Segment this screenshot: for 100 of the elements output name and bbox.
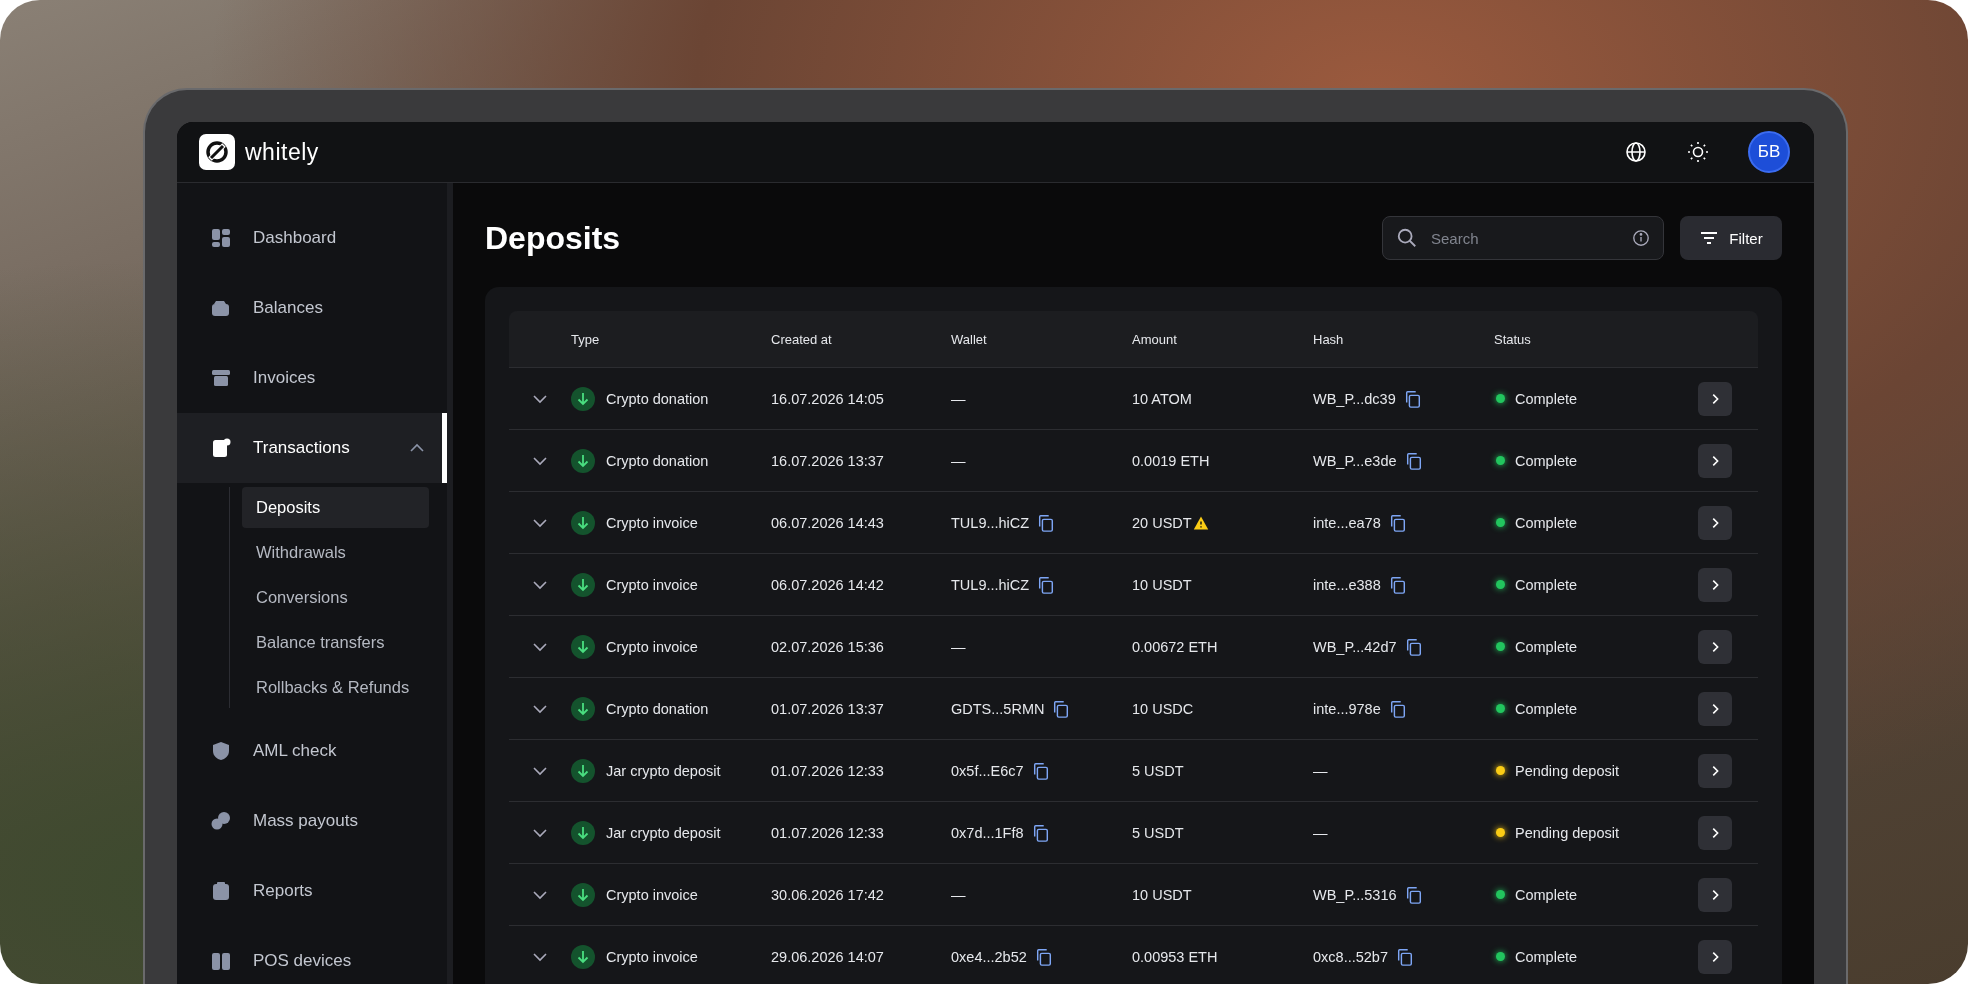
- copy-icon[interactable]: [1388, 512, 1407, 533]
- sidebar-item[interactable]: POS devices: [177, 926, 447, 984]
- table-cell: inte...e388: [1313, 576, 1381, 593]
- table-cell: 5 USDT: [1132, 824, 1184, 841]
- arrow-down-icon: [571, 634, 595, 659]
- table-cell: 10 USDT: [1132, 576, 1192, 593]
- copy-icon[interactable]: [1404, 636, 1423, 657]
- arrow-down-icon: [571, 386, 595, 411]
- info-icon[interactable]: [1632, 229, 1650, 247]
- submenu-item[interactable]: Rollbacks & Refunds: [242, 667, 429, 708]
- table-cell: —: [1313, 762, 1328, 779]
- submenu-item[interactable]: Conversions: [242, 577, 429, 618]
- open-details-button[interactable]: [1698, 815, 1732, 850]
- status-text: Complete: [1515, 514, 1578, 531]
- column-header: Status: [1494, 331, 1532, 347]
- table-cell: 10 ATOM: [1132, 390, 1192, 407]
- copy-icon[interactable]: [1052, 698, 1071, 719]
- status-text: Complete: [1515, 390, 1578, 407]
- table-cell: Crypto donation: [606, 452, 709, 469]
- copy-icon[interactable]: [1037, 512, 1056, 533]
- sidebar-item[interactable]: AML check: [177, 716, 447, 786]
- table-cell: Crypto donation: [606, 700, 709, 717]
- menu-item-icon: [211, 741, 231, 761]
- menu-item-icon: [211, 811, 231, 831]
- arrow-down-icon: [571, 758, 595, 783]
- search-field[interactable]: Search: [1382, 216, 1664, 260]
- arrow-down-icon: [571, 882, 595, 907]
- table-cell: WB_P...42d7: [1313, 638, 1397, 655]
- table-cell: WB_P...dc39: [1313, 390, 1396, 407]
- table-cell-text: 16.07.2026 13:37: [771, 452, 885, 469]
- globe-icon[interactable]: [1624, 140, 1648, 164]
- arrow-down-icon: [571, 696, 595, 721]
- brand-name: whitely: [245, 138, 319, 166]
- table-cell-text: 06.07.2026 14:43: [771, 514, 885, 531]
- sidebar-item[interactable]: Dashboard: [177, 203, 447, 273]
- sidebar-item[interactable]: Invoices: [177, 343, 447, 413]
- table-cell: Crypto invoice: [606, 576, 698, 593]
- arrow-down-icon: [571, 448, 595, 473]
- sun-icon[interactable]: [1686, 140, 1710, 164]
- table-cell: inte...ea78: [1313, 514, 1381, 531]
- page-title: Deposits: [485, 219, 621, 257]
- arrow-down-icon: [571, 510, 595, 535]
- open-details-button[interactable]: [1698, 567, 1732, 602]
- open-details-button[interactable]: [1698, 443, 1732, 478]
- open-details-button[interactable]: [1698, 505, 1732, 540]
- copy-icon[interactable]: [1388, 698, 1407, 719]
- table-cell: 0.0019 ETH: [1132, 452, 1210, 469]
- menu-item-icon: [211, 438, 231, 458]
- table-cell: Jar crypto deposit: [606, 824, 721, 841]
- status-text: Pending deposit: [1515, 824, 1619, 841]
- sidebar-item[interactable]: Balances: [177, 273, 447, 343]
- open-details-button[interactable]: [1698, 753, 1732, 788]
- copy-icon[interactable]: [1404, 884, 1423, 905]
- arrow-down-icon: [571, 820, 595, 845]
- search-icon: [1396, 227, 1418, 249]
- table-cell: inte...978e: [1313, 700, 1381, 717]
- table-cell-text: 29.06.2026 14:07: [771, 948, 885, 965]
- user-avatar[interactable]: БВ: [1748, 131, 1790, 173]
- table-cell: GDTS...5RMN: [951, 700, 1045, 717]
- open-details-button[interactable]: [1698, 629, 1732, 664]
- table-cell: Crypto invoice: [606, 948, 698, 965]
- open-details-button[interactable]: [1698, 877, 1732, 912]
- copy-icon[interactable]: [1031, 822, 1050, 843]
- submenu-item[interactable]: Deposits: [242, 487, 429, 528]
- table-cell: 0x5f...E6c7: [951, 762, 1024, 779]
- table-cell: —: [1313, 824, 1328, 841]
- table-cell: 0.00953 ETH: [1132, 948, 1218, 965]
- submenu-item[interactable]: Balance transfers: [242, 622, 429, 663]
- sidebar-item[interactable]: Transactions: [177, 413, 447, 483]
- table-cell: WB_P...e3de: [1313, 452, 1397, 469]
- copy-icon[interactable]: [1403, 388, 1422, 409]
- status-text: Complete: [1515, 886, 1578, 903]
- open-details-button[interactable]: [1698, 939, 1732, 974]
- filter-button[interactable]: Filter: [1680, 216, 1782, 260]
- table-cell-text: 02.07.2026 15:36: [771, 638, 885, 655]
- copy-icon[interactable]: [1396, 946, 1414, 967]
- copy-icon[interactable]: [1037, 574, 1056, 595]
- copy-icon[interactable]: [1034, 946, 1053, 967]
- status-text: Pending deposit: [1515, 762, 1619, 779]
- open-details-button[interactable]: [1698, 691, 1732, 726]
- table-cell-text: 01.07.2026 12:33: [771, 762, 885, 779]
- table-cell: 0xe4...2b52: [951, 948, 1027, 965]
- table-cell: Crypto invoice: [606, 886, 698, 903]
- table-cell: TUL9...hiCZ: [951, 576, 1030, 593]
- column-header: Hash: [1313, 331, 1345, 347]
- table-cell-text: 06.07.2026 14:42: [771, 576, 885, 593]
- sidebar-item[interactable]: Mass payouts: [177, 786, 447, 856]
- copy-icon[interactable]: [1404, 450, 1423, 471]
- table-cell: —: [951, 452, 966, 469]
- table-cell: 0xc8...52b7: [1313, 948, 1388, 965]
- logo-icon: [199, 134, 235, 170]
- table-cell: 10 USDT: [1132, 886, 1192, 903]
- copy-icon[interactable]: [1388, 574, 1407, 595]
- submenu-item[interactable]: Withdrawals: [242, 532, 429, 573]
- sidebar-item[interactable]: Reports: [177, 856, 447, 926]
- table-cell: Jar crypto deposit: [606, 762, 721, 779]
- copy-icon[interactable]: [1031, 760, 1050, 781]
- arrow-down-icon: [571, 944, 595, 969]
- open-details-button[interactable]: [1698, 381, 1732, 416]
- table-cell: 20 USDT: [1132, 514, 1192, 531]
